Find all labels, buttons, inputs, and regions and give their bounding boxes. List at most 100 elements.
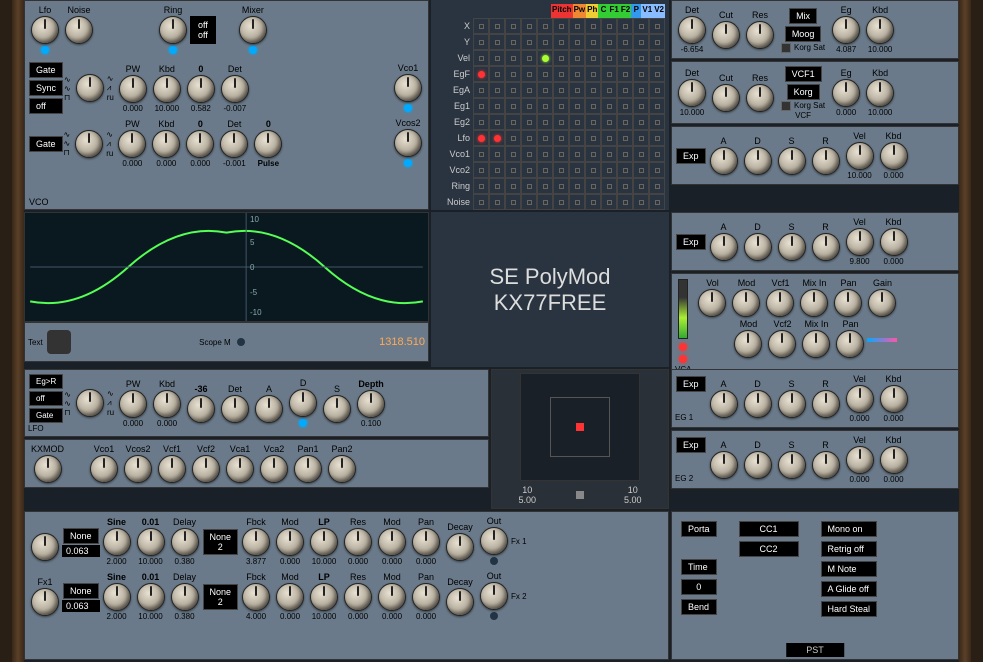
ega-kbd[interactable] (880, 228, 908, 256)
matrix-cell[interactable] (617, 34, 633, 50)
exp1-button[interactable]: Exp (676, 148, 706, 164)
vca-mod1[interactable] (732, 289, 760, 317)
matrix-cell[interactable] (473, 98, 489, 114)
bend-button[interactable]: Bend (681, 599, 717, 615)
matrix-cell[interactable] (585, 34, 601, 50)
matrix-cell[interactable] (505, 66, 521, 82)
cc2-button[interactable]: CC2 (739, 541, 799, 557)
ega-d[interactable] (744, 233, 772, 261)
matrix-cell[interactable] (553, 82, 569, 98)
eg1-s[interactable] (778, 390, 806, 418)
lfo-oct[interactable] (187, 395, 215, 423)
fx2-lp[interactable] (310, 583, 338, 611)
sync-button[interactable]: Sync (29, 80, 63, 96)
fx2-sine[interactable] (103, 583, 131, 611)
matrix-cell[interactable] (473, 162, 489, 178)
ega-r[interactable] (812, 233, 840, 261)
fx1-none2[interactable]: None 2 (203, 529, 239, 555)
matrix-cell[interactable] (553, 18, 569, 34)
matrix-cell[interactable] (473, 130, 489, 146)
matrix-cell[interactable] (585, 98, 601, 114)
matrix-cell[interactable] (633, 98, 649, 114)
matrix-cell[interactable] (473, 146, 489, 162)
vcf1-eg-knob[interactable] (832, 16, 860, 44)
fx2-delay[interactable] (171, 583, 199, 611)
mnote-button[interactable]: M Note (821, 561, 878, 577)
egf-kbd[interactable] (880, 142, 908, 170)
lfo-off-button[interactable]: off (29, 391, 63, 406)
matrix-cell[interactable] (505, 162, 521, 178)
time-value[interactable]: 0 (681, 579, 717, 595)
matrix-cell[interactable] (617, 194, 633, 210)
matrix-cell[interactable] (649, 50, 665, 66)
matrix-cell[interactable] (553, 130, 569, 146)
matrix-cell[interactable] (649, 98, 665, 114)
vco2-kbd-knob[interactable] (152, 130, 180, 158)
vcf2-res-knob[interactable] (746, 84, 774, 112)
matrix-cell[interactable] (633, 114, 649, 130)
matrix-cell[interactable] (617, 82, 633, 98)
matrix-cell[interactable] (505, 146, 521, 162)
matrix-cell[interactable] (569, 98, 585, 114)
matrix-cell[interactable] (649, 66, 665, 82)
kxmod-vcf1[interactable] (158, 455, 186, 483)
matrix-cell[interactable] (617, 66, 633, 82)
matrix-cell[interactable] (505, 98, 521, 114)
retrig-button[interactable]: Retrig off (821, 541, 878, 557)
egf-r[interactable] (812, 147, 840, 175)
fx2-out[interactable] (480, 582, 508, 610)
matrix-cell[interactable] (585, 130, 601, 146)
lfo-s[interactable] (323, 395, 351, 423)
mix-button[interactable]: Mix (789, 8, 817, 24)
matrix-cell[interactable] (585, 114, 601, 130)
matrix-cell[interactable] (553, 50, 569, 66)
matrix-cell[interactable] (521, 50, 537, 66)
vcf2-eg-knob[interactable] (832, 79, 860, 107)
vca-mixin2[interactable] (802, 330, 830, 358)
time-button[interactable]: Time (681, 559, 717, 575)
fx2-fbck[interactable] (242, 583, 270, 611)
eg2-a[interactable] (710, 451, 738, 479)
hardsteal-button[interactable]: Hard Steal (821, 601, 878, 617)
lfo-d[interactable] (289, 389, 317, 417)
vca-mixin1[interactable] (800, 289, 828, 317)
matrix-cell[interactable] (473, 66, 489, 82)
matrix-cell[interactable] (473, 82, 489, 98)
vca-vol[interactable] (698, 289, 726, 317)
kxmod-knob[interactable] (34, 455, 62, 483)
matrix-cell[interactable] (521, 178, 537, 194)
matrix-cell[interactable] (489, 194, 505, 210)
matrix-cell[interactable] (521, 18, 537, 34)
lfo-pw[interactable] (119, 390, 147, 418)
vcf1-res-knob[interactable] (746, 21, 774, 49)
matrix-cell[interactable] (633, 162, 649, 178)
lfo-knob[interactable] (31, 16, 59, 44)
matrix-cell[interactable] (553, 98, 569, 114)
vco2-wave-knob[interactable] (75, 130, 103, 158)
fx2-mod[interactable] (276, 583, 304, 611)
vco1-det-knob[interactable] (221, 75, 249, 103)
matrix-cell[interactable] (521, 66, 537, 82)
matrix-cell[interactable] (617, 50, 633, 66)
matrix-cell[interactable] (537, 66, 553, 82)
fx1-pan[interactable] (412, 528, 440, 556)
matrix-cell[interactable] (489, 82, 505, 98)
moog-button[interactable]: Moog (785, 26, 822, 42)
matrix-cell[interactable] (633, 66, 649, 82)
egf-vel[interactable] (846, 142, 874, 170)
noise-knob[interactable] (65, 16, 93, 44)
matrix-cell[interactable] (585, 66, 601, 82)
vcf2-cut-knob[interactable] (712, 84, 740, 112)
matrix-cell[interactable] (569, 50, 585, 66)
matrix-cell[interactable] (489, 50, 505, 66)
matrix-cell[interactable] (601, 66, 617, 82)
matrix-cell[interactable] (505, 50, 521, 66)
vco1-kbd-knob[interactable] (153, 75, 181, 103)
matrix-cell[interactable] (537, 146, 553, 162)
matrix-cell[interactable] (553, 34, 569, 50)
fx2-res[interactable] (344, 583, 372, 611)
matrix-cell[interactable] (633, 18, 649, 34)
matrix-cell[interactable] (569, 18, 585, 34)
pst-button[interactable]: PST (786, 643, 844, 657)
matrix-cell[interactable] (553, 66, 569, 82)
